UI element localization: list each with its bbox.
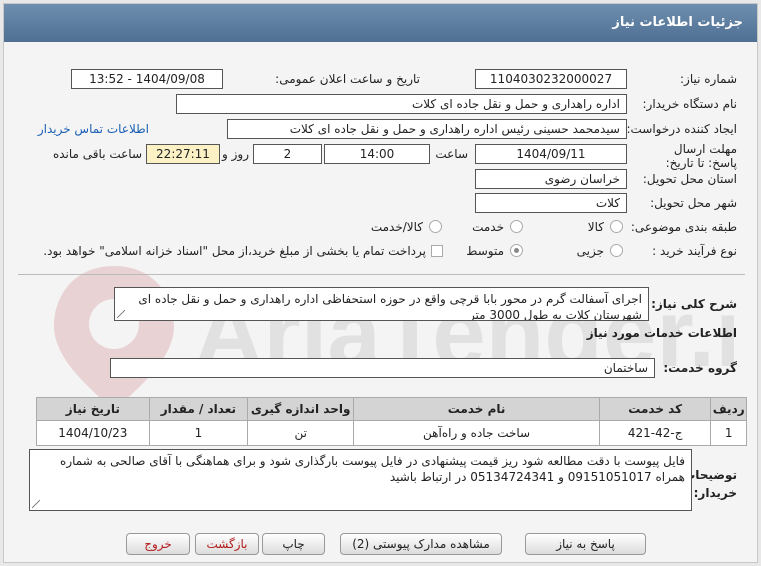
remaining-label: ساعت باقی مانده xyxy=(52,147,142,161)
days-field: 2 xyxy=(253,144,322,164)
description-textarea[interactable]: اجرای آسفالت گرم در محور بابا قرچی واقع … xyxy=(114,287,649,321)
cell-service-name: ساخت جاده و راه‌آهن xyxy=(353,420,600,446)
deadline-label: مهلت ارسال پاسخ: تا تاریخ: xyxy=(665,142,737,170)
creator-field: سیدمحمد حسینی رئیس اداره راهداری و حمل و… xyxy=(227,119,627,139)
need-number-field: 1104030232000027 xyxy=(475,69,627,89)
announce-date-field: 1404/09/08 - 13:52 xyxy=(71,69,223,89)
deadline-date-field: 1404/09/11 xyxy=(475,144,627,164)
column-header-unit: واحد اندازه گیری xyxy=(247,397,355,421)
process-radio-minor[interactable] xyxy=(610,244,623,257)
category-radio-service[interactable] xyxy=(510,220,523,233)
divider xyxy=(18,274,745,275)
column-header-need-date: تاریخ نیاز xyxy=(36,397,150,421)
buyer-notes-label: توضیحات خریدار: xyxy=(683,468,737,500)
services-section-title: اطلاعات خدمات مورد نیاز xyxy=(586,326,737,340)
remaining-time-field: 22:27:11 xyxy=(146,144,220,164)
days-label: روز و xyxy=(222,147,249,161)
process-option-minor: جزیی xyxy=(576,244,604,258)
page-title: جزئیات اطلاعات نیاز xyxy=(4,4,757,42)
province-label: استان محل تحویل: xyxy=(642,172,737,186)
resize-handle-icon[interactable] xyxy=(117,310,125,318)
process-radio-medium[interactable] xyxy=(510,244,523,257)
process-label: نوع فرآیند خرید : xyxy=(652,244,737,258)
buyer-org-label: نام دستگاه خریدار: xyxy=(642,97,738,111)
exit-button[interactable]: خروج xyxy=(126,533,190,555)
cell-quantity: 1 xyxy=(148,420,249,446)
resize-handle-icon[interactable] xyxy=(32,500,40,508)
cell-unit: تن xyxy=(247,420,355,446)
buyer-contact-link[interactable]: اطلاعات تماس خریدار xyxy=(38,122,149,136)
description-label: شرح کلی نیاز: xyxy=(651,297,737,311)
services-table: ردیف کد خدمت نام خدمت واحد اندازه گیری ت… xyxy=(36,397,747,446)
service-group-label: گروه خدمت: xyxy=(663,361,737,375)
deadline-time-field: 14:00 xyxy=(324,144,430,164)
city-label: شهر محل تحویل: xyxy=(650,196,737,210)
reply-button[interactable]: پاسخ به نیاز xyxy=(525,533,646,555)
category-label: طبقه بندی موضوعی: xyxy=(630,220,737,234)
buyer-org-field: اداره راهداری و حمل و نقل جاده ای کلات xyxy=(176,94,627,114)
cell-need-date: 1404/10/23 xyxy=(36,420,150,446)
province-field: خراسان رضوی xyxy=(475,169,627,189)
table-row: 1 ج-42-421 ساخت جاده و راه‌آهن تن 1 1404… xyxy=(36,420,747,446)
city-field: کلات xyxy=(475,193,627,213)
table-header-row: ردیف کد خدمت نام خدمت واحد اندازه گیری ت… xyxy=(36,397,747,421)
view-attachments-button[interactable]: مشاهده مدارک پیوستی (2) xyxy=(340,533,502,555)
category-option-goods-service: کالا/خدمت xyxy=(370,220,423,234)
buyer-notes-text: فایل پیوست با دقت مطالعه شود ریز قیمت پی… xyxy=(60,454,685,484)
description-text: اجرای آسفالت گرم در محور بابا قرچی واقع … xyxy=(138,292,642,321)
column-header-quantity: تعداد / مقدار xyxy=(148,397,249,421)
deadline-time-label: ساعت xyxy=(435,147,468,161)
column-header-service-code: کد خدمت xyxy=(598,397,712,421)
creator-label: ایجاد کننده درخواست: xyxy=(626,122,737,136)
column-header-service-name: نام خدمت xyxy=(353,397,600,421)
need-number-label: شماره نیاز: xyxy=(680,72,737,86)
treasury-payment-checkbox[interactable] xyxy=(431,245,443,257)
cell-row-number: 1 xyxy=(710,420,747,446)
category-radio-goods[interactable] xyxy=(610,220,623,233)
category-radio-goods-service[interactable] xyxy=(429,220,442,233)
treasury-payment-note: پرداخت تمام یا بخشی از مبلغ خرید،از محل … xyxy=(43,244,426,258)
buyer-notes-textarea[interactable]: فایل پیوست با دقت مطالعه شود ریز قیمت پی… xyxy=(29,449,692,511)
announce-date-label: تاریخ و ساعت اعلان عمومی: xyxy=(275,72,420,86)
print-button[interactable]: چاپ xyxy=(262,533,325,555)
main-panel: جزئیات اطلاعات نیاز AriaTender.net شماره… xyxy=(3,3,758,563)
back-button[interactable]: بازگشت xyxy=(195,533,259,555)
process-option-medium: متوسط xyxy=(466,244,504,258)
service-group-field: ساختمان xyxy=(110,358,655,378)
category-option-goods: کالا xyxy=(587,220,604,234)
category-option-service: خدمت xyxy=(472,220,504,234)
column-header-row-number: ردیف xyxy=(710,397,747,421)
cell-service-code: ج-42-421 xyxy=(598,420,712,446)
